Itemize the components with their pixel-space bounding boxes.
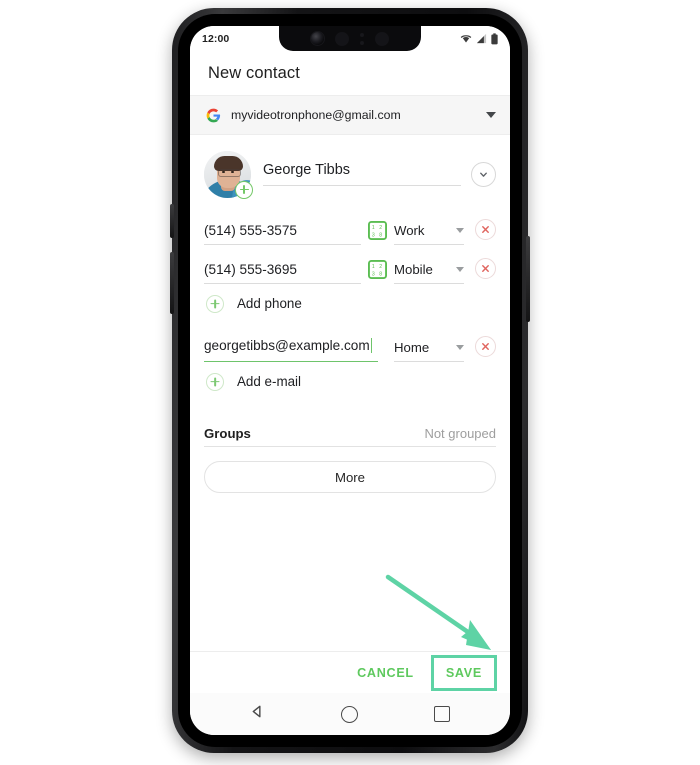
back-triangle-icon[interactable] (250, 704, 265, 724)
svg-text:1: 1 (372, 225, 375, 231)
email-value-1[interactable]: georgetibbs@example.com (204, 338, 370, 353)
text-cursor (370, 338, 373, 353)
add-photo-plus-icon[interactable] (235, 180, 253, 199)
email-type-label-1: Home (394, 340, 430, 355)
contact-form: (514) 555-3575 1 2 3 8 Work (190, 136, 510, 651)
add-email-button[interactable]: Add e-mail (204, 362, 496, 401)
status-bar-clock: 12:00 (202, 32, 230, 45)
caret-down-icon (456, 267, 464, 272)
phone-input-wrap-2[interactable]: (514) 555-3695 (204, 262, 361, 284)
svg-text:2: 2 (379, 225, 382, 231)
phone-type-select-1[interactable]: Work (394, 223, 464, 245)
screenshot-stage: 12:00 New contact myvideotronphone@gmail… (0, 0, 700, 765)
status-bar-icons (460, 32, 498, 45)
page-title: New contact (208, 63, 300, 82)
home-circle-icon[interactable] (341, 705, 358, 723)
phone-device-frame: 12:00 New contact myvideotronphone@gmail… (170, 8, 530, 753)
phone-type-label-1: Work (394, 223, 425, 238)
contact-name-row (204, 136, 496, 206)
groups-row[interactable]: Groups Not grouped (204, 407, 496, 447)
remove-x-icon[interactable] (475, 336, 496, 357)
proximity-sensor-icon (375, 31, 389, 46)
earpiece-speaker-icon (335, 31, 349, 46)
email-row-1: georgetibbs@example.com Home (204, 323, 496, 362)
svg-text:8: 8 (379, 271, 382, 277)
svg-text:3: 3 (372, 271, 375, 277)
plus-circle-icon (206, 372, 224, 391)
more-button[interactable]: More (204, 461, 496, 493)
svg-text:8: 8 (379, 232, 382, 238)
dialpad-icon: 1 2 3 8 (368, 221, 387, 240)
save-button[interactable]: SAVE (435, 659, 493, 687)
more-button-label: More (334, 469, 366, 485)
groups-label: Groups (204, 426, 251, 441)
recents-square-icon[interactable] (434, 706, 450, 722)
google-g-icon (206, 108, 221, 122)
sensor-dots-icon (360, 32, 364, 45)
account-email-label: myvideotronphone@gmail.com (231, 108, 401, 122)
groups-value: Not grouped (424, 426, 496, 441)
phone-row-1: (514) 555-3575 1 2 3 8 Work (204, 206, 496, 245)
signal-icon (476, 33, 487, 44)
add-email-label: Add e-mail (237, 374, 302, 389)
phone-value-2[interactable]: (514) 555-3695 (204, 262, 361, 277)
volume-up-button[interactable] (170, 204, 174, 238)
form-action-bar: CANCEL SAVE (190, 651, 510, 693)
phone-type-select-2[interactable]: Mobile (394, 262, 464, 284)
caret-down-icon (456, 228, 464, 233)
remove-x-icon[interactable] (475, 219, 496, 240)
svg-text:2: 2 (379, 264, 382, 270)
phone-row-2: (514) 555-3695 1 2 3 8 Mobile (204, 245, 496, 284)
phone-value-1[interactable]: (514) 555-3575 (204, 223, 361, 238)
svg-text:1: 1 (372, 264, 375, 270)
battery-icon (491, 32, 498, 44)
volume-down-button[interactable] (170, 252, 174, 314)
cancel-button[interactable]: CANCEL (346, 659, 425, 687)
account-selector[interactable]: myvideotronphone@gmail.com (190, 95, 510, 135)
phone-input-wrap-1[interactable]: (514) 555-3575 (204, 223, 361, 245)
phone-screen: 12:00 New contact myvideotronphone@gmail… (190, 26, 510, 735)
plus-circle-icon (206, 294, 224, 313)
caret-down-icon (456, 345, 464, 350)
wifi-icon (460, 35, 472, 43)
email-input-wrap-1[interactable]: georgetibbs@example.com (204, 337, 378, 362)
contact-photo-picker[interactable] (204, 150, 253, 199)
save-button-highlight: SAVE (430, 654, 497, 691)
remove-x-icon[interactable] (475, 258, 496, 279)
add-phone-label: Add phone (237, 296, 302, 311)
caret-down-icon[interactable] (486, 112, 496, 118)
front-camera-icon (311, 32, 324, 45)
chevron-down-icon[interactable] (471, 161, 496, 187)
add-phone-button[interactable]: Add phone (204, 284, 496, 323)
phone-type-label-2: Mobile (394, 262, 433, 277)
contact-name-input[interactable] (263, 162, 461, 186)
dialpad-icon: 1 2 3 8 (368, 260, 387, 279)
power-button[interactable] (526, 236, 530, 322)
email-type-select-1[interactable]: Home (394, 340, 464, 362)
android-navigation-bar (190, 693, 510, 735)
display-notch (279, 26, 421, 51)
app-bar: New contact (190, 51, 510, 95)
svg-text:3: 3 (372, 232, 375, 238)
